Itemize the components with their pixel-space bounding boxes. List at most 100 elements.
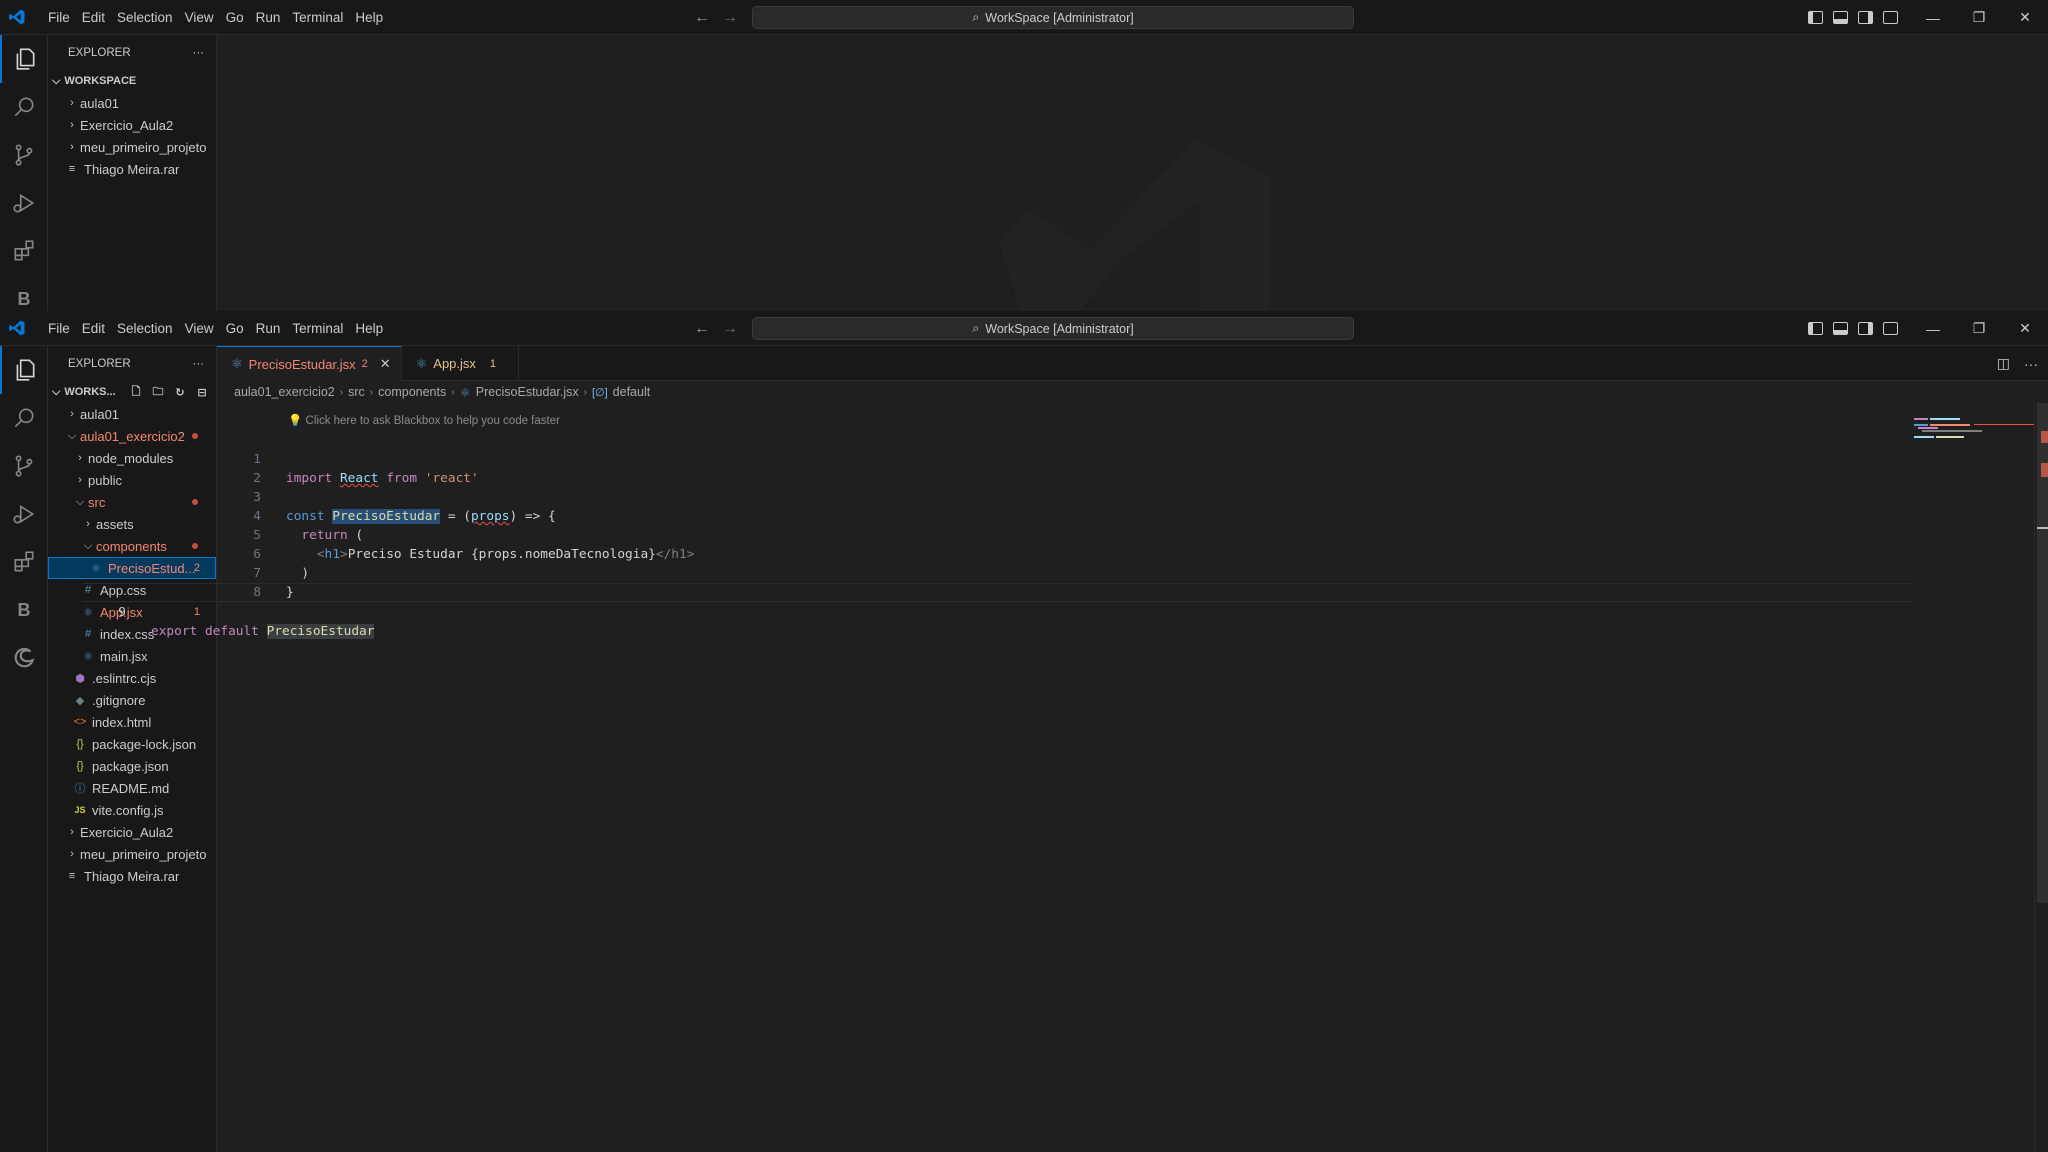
restore-icon[interactable]: ❐ [1956, 0, 2002, 35]
vertical-scrollbar[interactable] [2034, 403, 2048, 1152]
close-tab-icon[interactable]: ✕ [380, 356, 391, 372]
tree-file[interactable]: <> index.html [48, 711, 216, 733]
close-icon[interactable]: ✕ [2002, 0, 2048, 35]
toggle-primary-sidebar-icon[interactable] [1808, 11, 1823, 24]
source-control-icon[interactable] [0, 131, 48, 179]
tree-folder[interactable]: › Exercicio_Aula2 [48, 114, 216, 136]
menu-edit[interactable]: Edit [76, 311, 111, 346]
more-actions-icon[interactable]: ··· [193, 358, 205, 370]
forward-arrow-icon[interactable]: → [722, 320, 738, 338]
back-arrow-icon[interactable]: ← [694, 320, 710, 338]
tree-folder[interactable]: › aula01 [48, 403, 216, 425]
menu-terminal[interactable]: Terminal [286, 0, 349, 35]
customize-layout-icon[interactable] [1883, 322, 1898, 335]
menu-terminal[interactable]: Terminal [286, 311, 349, 346]
collapse-all-icon[interactable]: ⊟ [194, 385, 210, 399]
breadcrumb-item[interactable]: PrecisoEstudar.jsx [476, 385, 579, 399]
scroll-thumb[interactable] [2037, 403, 2048, 903]
blackbox-icon[interactable]: B [0, 275, 48, 311]
activity-bar: B [0, 346, 48, 1152]
menu-view[interactable]: View [179, 0, 220, 35]
split-editor-icon[interactable]: ◫ [1997, 355, 2010, 372]
extensions-icon[interactable] [0, 538, 48, 586]
tree-file[interactable]: ⚛ main.jsx [48, 645, 216, 667]
restore-icon[interactable]: ❐ [1956, 311, 2002, 346]
close-icon[interactable]: ✕ [2002, 311, 2048, 346]
tab-app[interactable]: ⚛ App.jsx 1 [402, 346, 520, 381]
breadcrumb-item[interactable]: src [348, 385, 365, 399]
search-icon[interactable] [0, 83, 48, 131]
tree-folder[interactable]: ⌵ aula01_exercicio2 [48, 425, 216, 447]
forward-arrow-icon[interactable]: → [722, 9, 738, 27]
menu-edit[interactable]: Edit [76, 0, 111, 35]
tree-folder[interactable]: › node_modules [48, 447, 216, 469]
workspace-section[interactable]: ⌵ WORKSPACE [48, 70, 216, 92]
more-actions-icon[interactable]: ··· [2024, 356, 2038, 372]
tree-file[interactable]: ⓘ README.md [48, 777, 216, 799]
tree-folder[interactable]: › meu_primeiro_projeto [48, 843, 216, 865]
tree-item-label: .gitignore [92, 692, 146, 708]
new-folder-icon[interactable]: 🗀 [150, 385, 166, 399]
tree-file[interactable]: ≡ Thiago Meira.rar [48, 865, 216, 887]
minimize-icon[interactable]: — [1910, 311, 1956, 346]
tree-file[interactable]: ≡ Thiago Meira.rar [48, 158, 216, 180]
workspace-section[interactable]: ⌵ WORKS... 🗋 🗀 ↻ ⊟ [48, 381, 216, 403]
menu-run[interactable]: Run [250, 311, 287, 346]
blackbox-hint[interactable]: 💡 Click here to ask Blackbox to help you… [288, 413, 560, 427]
tree-file[interactable]: ⬢ .eslintrc.cjs [48, 667, 216, 689]
code-editor[interactable]: 1 import React from 'react' 2 3 const Pr… [82, 431, 2048, 639]
tab-precisoestudar[interactable]: ⚛ PrecisoEstudar.jsx 2 ✕ [217, 346, 402, 381]
files-icon[interactable] [0, 35, 48, 83]
minimize-icon[interactable]: — [1910, 0, 1956, 35]
menu-go[interactable]: Go [220, 311, 250, 346]
toggle-panel-icon[interactable] [1833, 11, 1848, 24]
files-icon[interactable] [0, 346, 48, 394]
tree-file[interactable]: ◆ .gitignore [48, 689, 216, 711]
run-debug-icon[interactable] [0, 490, 48, 538]
tree-folder[interactable]: › aula01 [48, 92, 216, 114]
tree-file[interactable]: {} package-lock.json [48, 733, 216, 755]
problem-count-badge: 2 [193, 562, 200, 574]
command-center[interactable]: ⌕ WorkSpace [Administrator] [752, 317, 1354, 340]
breadcrumb-item[interactable]: default [613, 385, 651, 399]
blackbox-icon[interactable]: B [0, 586, 48, 634]
new-file-icon[interactable]: 🗋 [128, 385, 144, 399]
extensions-icon[interactable] [0, 227, 48, 275]
tree-folder[interactable]: › meu_primeiro_projeto [48, 136, 216, 158]
menu-run[interactable]: Run [250, 0, 287, 35]
toggle-secondary-sidebar-icon[interactable] [1858, 11, 1873, 24]
menu-view[interactable]: View [179, 311, 220, 346]
search-icon[interactable] [0, 394, 48, 442]
toggle-secondary-sidebar-icon[interactable] [1858, 322, 1873, 335]
run-debug-icon[interactable] [0, 179, 48, 227]
chevron-right-icon: › [451, 386, 455, 398]
menu-file[interactable]: File [42, 0, 76, 35]
tree-folder[interactable]: › assets [48, 513, 216, 535]
source-control-icon[interactable] [0, 442, 48, 490]
tree-folder[interactable]: › Exercicio_Aula2 [48, 821, 216, 843]
tree-item-label: meu_primeiro_projeto [80, 139, 207, 155]
minimap[interactable] [1914, 416, 2034, 456]
tree-folder[interactable]: ⌵ src [48, 491, 216, 513]
customize-layout-icon[interactable] [1883, 11, 1898, 24]
tree-file[interactable]: ⚛ PrecisoEstud... 2 [48, 557, 216, 579]
menu-selection[interactable]: Selection [111, 0, 179, 35]
breadcrumb-item[interactable]: components [378, 385, 446, 399]
tree-file[interactable]: {} package.json [48, 755, 216, 777]
menu-help[interactable]: Help [349, 311, 389, 346]
tree-folder[interactable]: ⌵ components [48, 535, 216, 557]
menu-selection[interactable]: Selection [111, 311, 179, 346]
tree-file[interactable]: JS vite.config.js [48, 799, 216, 821]
breadcrumb-item[interactable]: aula01_exercicio2 [234, 385, 335, 399]
menu-file[interactable]: File [42, 311, 76, 346]
toggle-panel-icon[interactable] [1833, 322, 1848, 335]
tree-folder[interactable]: › public [48, 469, 216, 491]
menu-help[interactable]: Help [349, 0, 389, 35]
refresh-icon[interactable]: ↻ [172, 385, 188, 399]
more-actions-icon[interactable]: ··· [193, 47, 205, 59]
command-center[interactable]: ⌕ WorkSpace [Administrator] [752, 6, 1354, 29]
edge-icon[interactable] [0, 634, 48, 682]
toggle-primary-sidebar-icon[interactable] [1808, 322, 1823, 335]
menu-go[interactable]: Go [220, 0, 250, 35]
back-arrow-icon[interactable]: ← [694, 9, 710, 27]
